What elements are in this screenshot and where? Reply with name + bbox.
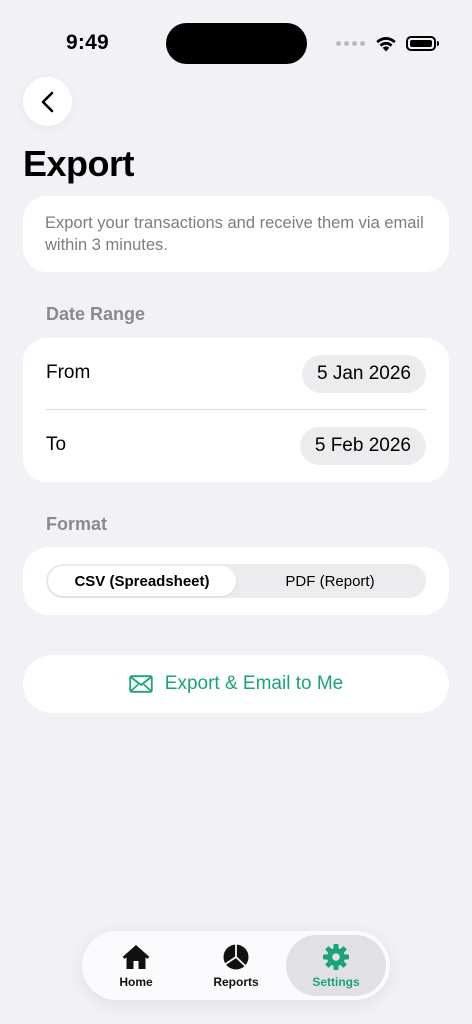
- back-button[interactable]: [23, 77, 72, 126]
- to-row: To 5 Feb 2026: [23, 410, 449, 482]
- tab-home-label: Home: [119, 974, 153, 989]
- date-range-card: From 5 Jan 2026 To 5 Feb 2026: [23, 338, 449, 482]
- to-label: To: [46, 434, 67, 455]
- format-label: Format: [46, 514, 108, 534]
- to-date-picker[interactable]: 5 Feb 2026: [299, 427, 426, 465]
- format-segmented-control: CSV (Spreadsheet) PDF (Report): [46, 564, 426, 598]
- format-option-csv[interactable]: CSV (Spreadsheet): [48, 566, 236, 596]
- status-time: 9:49: [66, 31, 109, 54]
- from-date-picker[interactable]: 5 Jan 2026: [301, 355, 426, 393]
- dynamic-island: [166, 23, 307, 64]
- gear-icon: [323, 943, 349, 970]
- tab-reports[interactable]: Reports: [186, 935, 286, 996]
- from-row: From 5 Jan 2026: [23, 338, 449, 410]
- envelope-icon: [129, 675, 153, 693]
- page-title: Export: [23, 143, 135, 184]
- tab-bar: Home Reports Settings: [82, 931, 390, 1000]
- export-email-button[interactable]: Export & Email to Me: [23, 655, 449, 713]
- description-text: Export your transactions and receive the…: [45, 214, 424, 254]
- chevron-left-icon: [41, 91, 53, 112]
- tab-settings-label: Settings: [312, 974, 360, 989]
- export-email-label: Export & Email to Me: [164, 673, 344, 694]
- battery-icon: [406, 35, 439, 51]
- description-card: Export your transactions and receive the…: [23, 196, 449, 272]
- status-indicators: [336, 33, 439, 53]
- wifi-icon: [376, 36, 396, 51]
- tab-reports-label: Reports: [213, 974, 259, 989]
- format-card: CSV (Spreadsheet) PDF (Report): [23, 547, 449, 615]
- date-range-label: Date Range: [46, 304, 146, 324]
- house-icon: [122, 944, 150, 969]
- export-screen: 9:49 Export Export your transactions and…: [0, 0, 472, 1024]
- tab-settings[interactable]: Settings: [286, 935, 386, 996]
- pie-chart-icon: [223, 944, 249, 969]
- tab-home[interactable]: Home: [86, 935, 186, 996]
- cellular-signal-icon: [336, 40, 365, 46]
- from-label: From: [46, 362, 91, 383]
- format-option-pdf[interactable]: PDF (Report): [236, 566, 424, 596]
